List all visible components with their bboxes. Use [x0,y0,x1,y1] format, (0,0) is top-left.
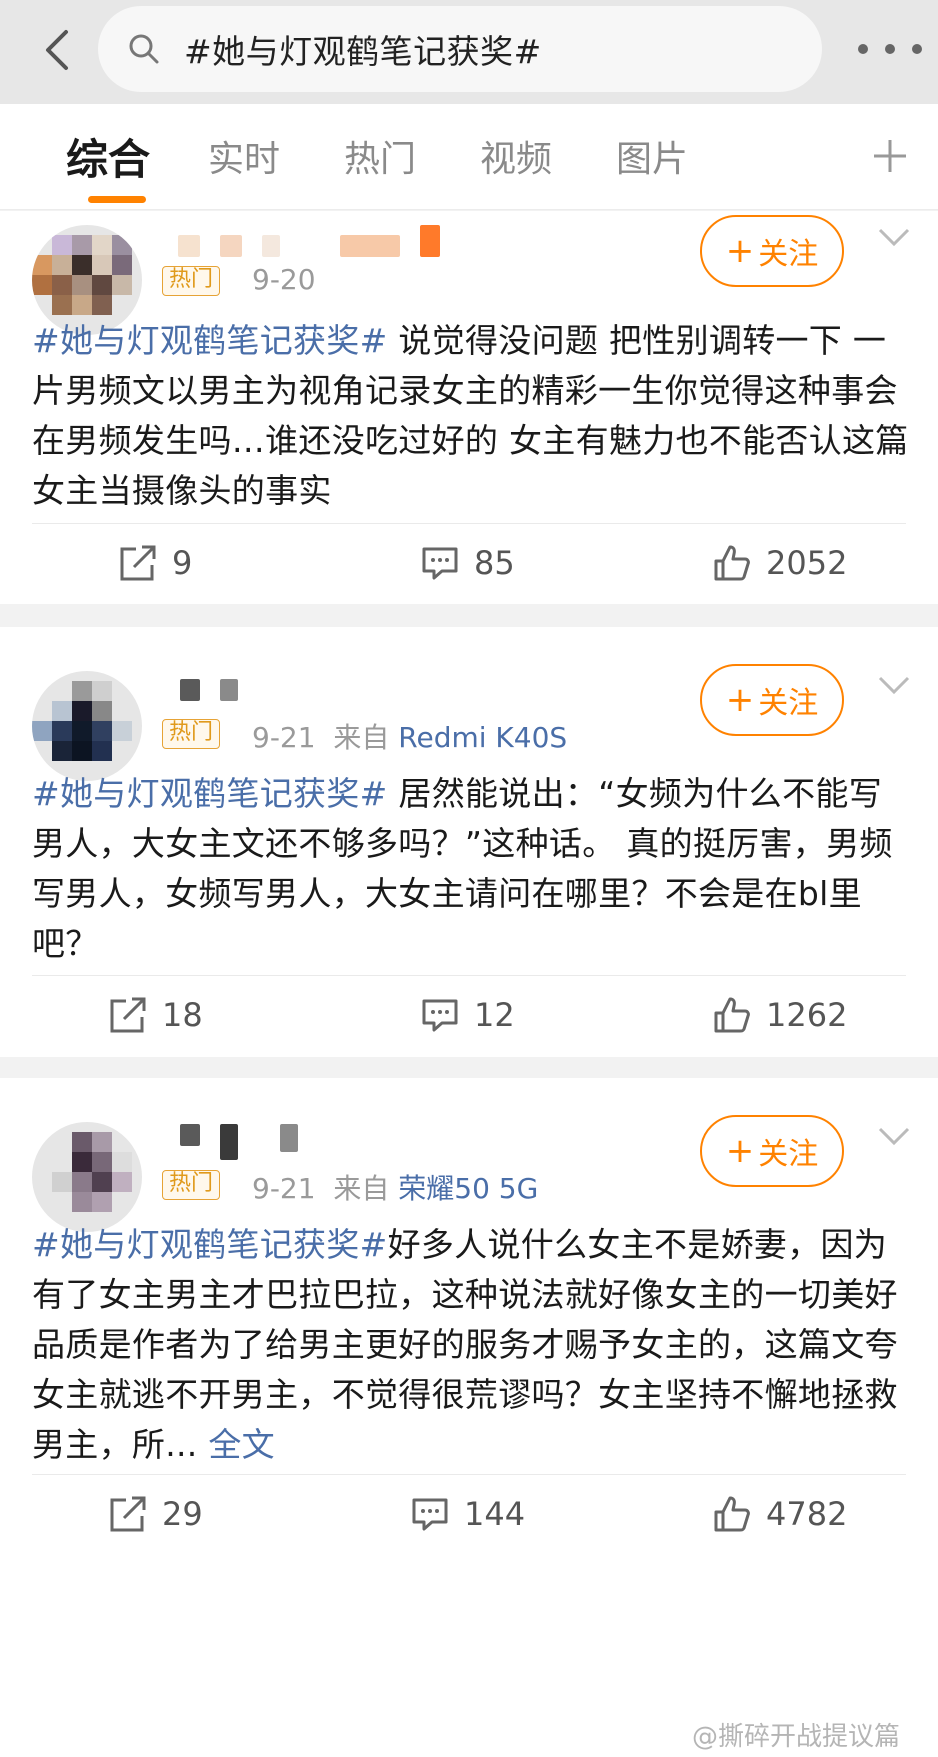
topic-tag[interactable]: #她与灯观鹤笔记获奖# [32,1225,388,1264]
like-button[interactable]: 2052 [712,543,847,583]
tab-bar: 综合 实时 热门 视频 图片 [0,104,938,210]
post-date: 9-20 [252,263,316,296]
post-date: 9-21 [252,721,316,754]
source-prefix: 来自 [333,721,390,754]
follow-button[interactable]: + 关注 [700,215,844,287]
post-card: 热门 9-20 + 关注 #她与灯观鹤笔记获奖# 说觉得没问题 把性别调转一下 一… [0,211,938,604]
post-card: 热门 9-21 来自 荣耀50 5G + 关注 #她与灯观鹤笔记获奖#好多人说什么… [0,1078,938,1757]
comment-button[interactable]: 12 [420,995,515,1035]
repost-button[interactable]: 29 [108,1494,203,1534]
post-text: #她与灯观鹤笔记获奖# 说觉得没问题 把性别调转一下 一片男频文以男主为视角记录… [32,321,909,510]
thumbs-up-icon [714,997,750,1033]
username[interactable] [178,235,200,257]
post-meta: 9-21 来自 荣耀50 5G [252,1167,538,1207]
repost-button[interactable]: 18 [108,995,203,1035]
tab-all[interactable]: 综合 [66,126,150,187]
topic-tag[interactable]: #她与灯观鹤笔记获奖# [32,321,388,360]
username[interactable] [180,679,200,701]
hot-badge: 热门 [162,266,221,296]
divider [32,975,906,976]
search-query: #她与灯观鹤笔记获奖# [184,32,542,71]
chevron-left-icon [46,30,68,70]
post-source[interactable]: Redmi K40S [398,721,567,754]
comment-icon [422,547,458,580]
post-meta: 9-21 来自 Redmi K40S [252,716,567,756]
hot-badge: 热门 [162,719,221,749]
share-icon [120,545,156,581]
repost-count: 29 [162,1495,203,1533]
chevron-down-icon[interactable] [876,667,912,703]
thumbs-up-icon [714,1496,750,1532]
back-button[interactable] [36,22,76,78]
thumbs-up-icon [714,545,750,581]
comment-count: 12 [474,996,515,1034]
divider [32,523,906,524]
follow-button[interactable]: + 关注 [700,1115,844,1187]
avatar[interactable] [32,1122,142,1232]
tab-hot[interactable]: 热门 [344,130,416,182]
chevron-down-icon[interactable] [876,219,912,255]
watermark-text: @撕碎开战提议篇 [692,1722,901,1752]
repost-count: 9 [172,544,193,582]
share-icon [110,1496,146,1532]
search-input[interactable]: #她与灯观鹤笔记获奖# [98,6,822,92]
post-date: 9-21 [252,1172,316,1205]
divider [32,1474,906,1475]
tab-video[interactable]: 视频 [480,130,552,182]
tab-images[interactable]: 图片 [616,130,688,182]
comment-icon [422,999,458,1032]
username[interactable] [180,1124,200,1146]
hot-badge: 热门 [162,1170,221,1200]
comment-icon [412,1498,448,1531]
repost-count: 18 [162,996,203,1034]
like-button[interactable]: 1262 [712,995,847,1035]
like-count: 2052 [766,544,848,582]
like-button[interactable]: 4782 [712,1494,847,1534]
avatar[interactable] [32,671,142,781]
tab-realtime[interactable]: 实时 [208,130,280,182]
share-icon [110,997,146,1033]
full-text-link[interactable]: 全文 [208,1425,275,1464]
post-source[interactable]: 荣耀50 5G [398,1172,538,1205]
top-bar: #她与灯观鹤笔记获奖# [0,0,938,104]
search-icon [129,34,159,64]
comment-count: 85 [474,544,515,582]
plus-icon[interactable] [870,136,910,176]
comment-button[interactable]: 85 [420,543,515,583]
source-prefix: 来自 [333,1172,390,1205]
post-text: #她与灯观鹤笔记获奖#好多人说什么女主不是娇妻，因为有了女主男主才巴拉巴拉，这种… [32,1225,898,1464]
like-count: 1262 [766,996,848,1034]
comment-count: 144 [464,1495,526,1533]
more-button[interactable] [848,24,932,74]
more-dots-icon [858,44,922,54]
comment-button[interactable]: 144 [410,1494,525,1534]
chevron-down-icon[interactable] [876,1118,912,1154]
active-tab-indicator [88,196,146,203]
like-count: 4782 [766,1495,848,1533]
watermark: @撕碎开战提议篇 [692,1716,900,1753]
follow-button[interactable]: + 关注 [700,664,844,736]
topic-tag[interactable]: #她与灯观鹤笔记获奖# [32,774,388,813]
repost-button[interactable]: 9 [118,543,192,583]
post-card: 热门 9-21 来自 Redmi K40S + 关注 #她与灯观鹤笔记获奖# 居然… [0,627,938,1057]
post-meta: 9-20 [252,263,316,296]
post-text: #她与灯观鹤笔记获奖# 居然能说出：“女频为什么不能写男人，大女主文还不够多吗？… [32,774,893,963]
